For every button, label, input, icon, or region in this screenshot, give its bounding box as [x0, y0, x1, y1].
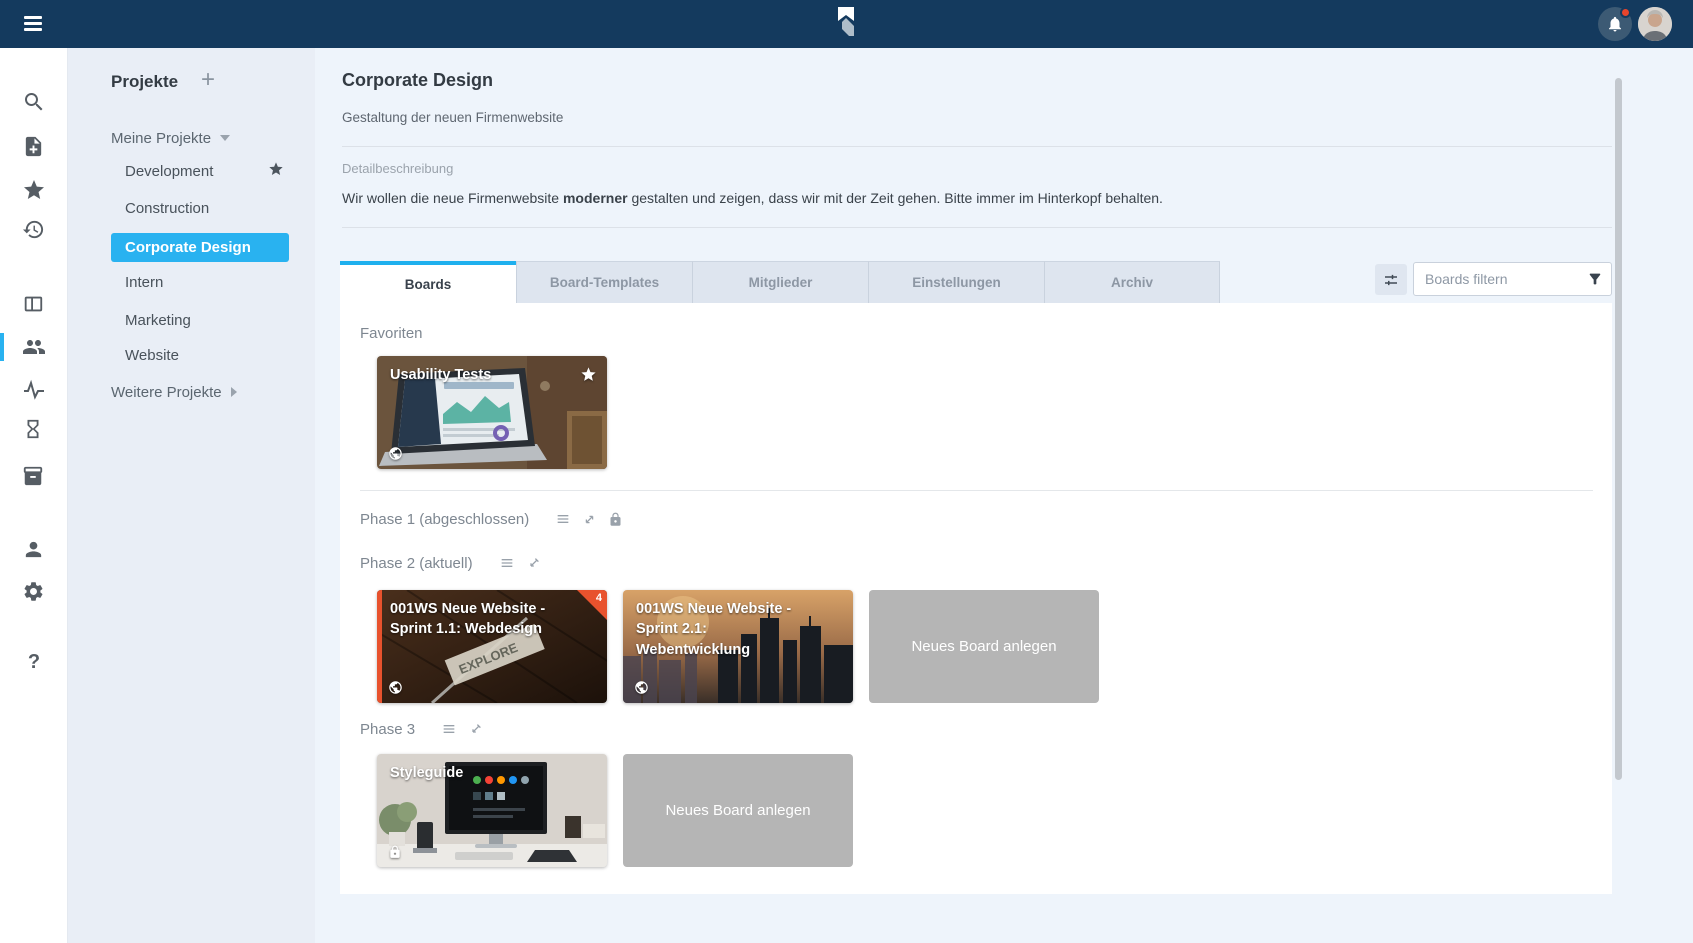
boards-columns-icon[interactable] [22, 293, 46, 317]
card-color-stripe [377, 590, 382, 703]
section-title-phase-2: Phase 2 (aktuell) [360, 555, 473, 572]
list-icon[interactable] [555, 511, 571, 527]
main-content: Corporate Design Gestaltung der neuen Fi… [315, 48, 1693, 943]
board-card-sprint-2-1[interactable]: 001WS Neue Website - Sprint 2.1: Webentw… [623, 590, 853, 703]
project-group-meine-projekte[interactable]: Meine Projekte [111, 130, 230, 147]
boards-filter-input[interactable] [1413, 262, 1612, 296]
caret-right-icon [231, 387, 237, 397]
tab-mitglieder[interactable]: Mitglieder [692, 261, 868, 303]
vertical-scrollbar[interactable] [1615, 78, 1622, 780]
expand-icon[interactable] [582, 512, 597, 527]
icon-sidebar: ? [0, 48, 68, 943]
board-card-sprint-1-1[interactable]: EXPLORE 4 001WS Neue Website - Sprint 1.… [377, 590, 607, 703]
activity-icon[interactable] [22, 378, 46, 402]
tabs: Boards Board-Templates Mitglieder Einste… [340, 261, 1220, 303]
globe-icon [634, 680, 649, 695]
project-item-website[interactable]: Website [125, 347, 179, 364]
divider [342, 227, 1612, 228]
project-group-weitere-projekte[interactable]: Weitere Projekte [111, 384, 237, 401]
notification-dot [1620, 7, 1631, 18]
topbar [0, 0, 1693, 48]
board-favorite-star-icon[interactable] [580, 366, 597, 383]
section-title-phase-1: Phase 1 (abgeschlossen) [360, 511, 529, 528]
project-star-icon[interactable] [268, 161, 284, 177]
description-label: Detailbeschreibung [342, 161, 453, 176]
board-card-usability-tests[interactable]: Usability Tests [377, 356, 607, 469]
card-badge-count: 4 [596, 592, 602, 604]
boards-panel: Favoriten [340, 303, 1612, 894]
history-icon[interactable] [22, 218, 46, 242]
project-item-intern[interactable]: Intern [125, 274, 163, 291]
active-indicator [0, 333, 4, 361]
globe-icon [388, 446, 403, 461]
settings-gear-icon[interactable] [22, 580, 46, 604]
page-title: Corporate Design [342, 70, 493, 91]
project-item-marketing[interactable]: Marketing [125, 312, 191, 329]
section-title-favoriten: Favoriten [360, 325, 423, 342]
list-icon[interactable] [499, 555, 515, 571]
boards-filter [1413, 262, 1612, 296]
list-icon[interactable] [441, 721, 457, 737]
filter-settings-button[interactable] [1375, 264, 1407, 295]
add-project-button[interactable]: + [201, 66, 215, 94]
lock-icon[interactable] [608, 512, 623, 527]
page-subtitle: Gestaltung der neuen Firmenwebsite [342, 110, 563, 125]
search-icon[interactable] [22, 90, 46, 114]
description-text: Wir wollen die neue Firmenwebsite modern… [342, 190, 1163, 206]
archive-icon[interactable] [22, 465, 46, 489]
globe-icon [388, 680, 403, 695]
profile-icon[interactable] [22, 538, 46, 562]
collapse-icon[interactable] [526, 556, 541, 571]
board-title: 001WS Neue Website - Sprint 1.1: Webdesi… [390, 599, 569, 640]
section-phase-1: Phase 1 (abgeschlossen) [360, 509, 623, 529]
bell-icon [1606, 15, 1624, 33]
collapse-icon[interactable] [468, 722, 483, 737]
tab-einstellungen[interactable]: Einstellungen [868, 261, 1044, 303]
project-item-development[interactable]: Development [125, 163, 213, 180]
notifications-button[interactable] [1598, 7, 1632, 41]
projects-panel: Projekte + Meine Projekte Development Co… [68, 48, 315, 943]
filter-funnel-icon[interactable] [1587, 271, 1603, 287]
board-title: Styleguide [390, 763, 569, 783]
new-board-button[interactable]: Neues Board anlegen [623, 754, 853, 867]
section-phase-3: Phase 3 [360, 719, 483, 739]
phase-3-cards-row: Styleguide Neues Board anlegen [377, 754, 853, 867]
favorites-cards-row: Usability Tests [377, 356, 607, 469]
new-document-icon[interactable] [22, 135, 46, 159]
lock-icon [388, 845, 402, 859]
avatar-image [1638, 7, 1672, 41]
tab-board-templates[interactable]: Board-Templates [516, 261, 692, 303]
tab-boards[interactable]: Boards [340, 261, 516, 303]
divider [360, 490, 1593, 491]
favorites-star-icon[interactable] [22, 178, 46, 202]
hourglass-icon[interactable] [22, 418, 46, 442]
menu-icon[interactable] [24, 16, 42, 31]
project-item-corporate-design[interactable]: Corporate Design [111, 233, 289, 262]
tune-icon [1382, 271, 1400, 289]
divider [342, 146, 1612, 147]
section-title-phase-3: Phase 3 [360, 721, 415, 738]
tab-archiv[interactable]: Archiv [1044, 261, 1220, 303]
board-title: 001WS Neue Website - Sprint 2.1: Webentw… [636, 599, 815, 660]
section-phase-2: Phase 2 (aktuell) [360, 553, 541, 573]
phase-2-cards-row: EXPLORE 4 001WS Neue Website - Sprint 1.… [377, 590, 1099, 703]
caret-down-icon [220, 135, 230, 141]
users-icon[interactable] [22, 335, 46, 359]
board-card-styleguide[interactable]: Styleguide [377, 754, 607, 867]
project-item-construction[interactable]: Construction [125, 200, 209, 217]
user-avatar[interactable] [1638, 7, 1672, 41]
board-title: Usability Tests [390, 365, 569, 385]
help-icon[interactable]: ? [22, 650, 46, 674]
projects-title: Projekte [111, 72, 178, 92]
new-board-button[interactable]: Neues Board anlegen [869, 590, 1099, 703]
card-corner-badge [577, 590, 607, 620]
app-logo [836, 6, 856, 42]
